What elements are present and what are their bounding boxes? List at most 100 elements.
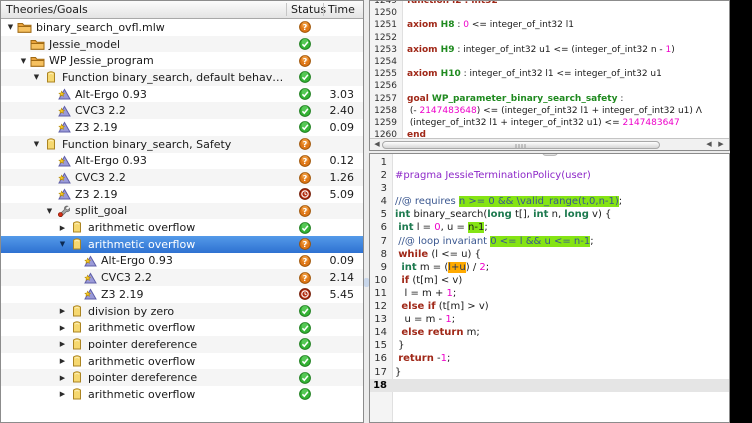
tree-item: ▶arithmetic overflow	[1, 221, 286, 234]
tree-row[interactable]: ▶arithmetic overflow	[1, 353, 363, 370]
tree-item-label: CVC3 2.2	[98, 271, 152, 284]
tree-row[interactable]: Alt-Ergo 0.93?0.09	[1, 253, 363, 270]
tree-row[interactable]: Z3 2.190.09	[1, 119, 363, 136]
line-number: 3	[370, 182, 391, 195]
tree-item-label: split_goal	[72, 204, 127, 217]
svg-text:?: ?	[302, 157, 307, 166]
scroll-right-arrow-icon[interactable]: ▶	[716, 140, 726, 149]
tree-item-label: Function binary_search, Safety	[59, 138, 231, 151]
goal-icon	[68, 388, 85, 401]
line-number: 1253	[370, 44, 401, 56]
column-header-theories-goals[interactable]: Theories/Goals	[1, 3, 286, 16]
task-line: 1251axiom H8 : 0 <= integer_of_int32 l1	[370, 19, 729, 31]
tree-item-label: arithmetic overflow	[85, 388, 195, 401]
source-view-panel[interactable]: 12#pragma JessieTerminationPolicy(user)3…	[369, 153, 730, 423]
goal-icon	[42, 71, 59, 84]
orange-highlight: l+u	[448, 262, 466, 273]
tree-row[interactable]: ▼WP Jessie_program?	[1, 52, 363, 69]
task-view-panel[interactable]: 1249function l2 : int3212501251axiom H8 …	[369, 0, 730, 151]
time-value: 1.26	[323, 171, 363, 184]
time-value: 3.03	[323, 88, 363, 101]
tree-item-label: pointer dereference	[85, 338, 197, 351]
status-valid-icon	[286, 71, 323, 83]
expand-arrow-icon[interactable]: ▶	[57, 373, 68, 383]
status-valid-icon	[286, 222, 323, 234]
line-text: }	[391, 339, 729, 352]
column-header-status[interactable]: Status	[286, 3, 323, 16]
green-highlight: 0 <= l && u <= n-1	[490, 236, 590, 247]
collapse-arrow-icon[interactable]: ▼	[31, 139, 42, 149]
tree-row[interactable]: CVC3 2.2?2.14	[1, 269, 363, 286]
line-text	[401, 56, 729, 68]
tree-row[interactable]: CVC3 2.22.40	[1, 102, 363, 119]
expand-arrow-icon[interactable]: ▶	[57, 323, 68, 333]
current-line: 18	[370, 379, 729, 392]
source-line: 10 if (t[m] < v)	[370, 274, 729, 287]
svg-text:?: ?	[302, 23, 307, 32]
tree-item-label: CVC3 2.2	[72, 104, 126, 117]
status-unknown-icon: ?	[286, 21, 323, 33]
task-horizontal-scrollbar[interactable]: ◀ ◀ ▶	[370, 138, 729, 150]
tree-row[interactable]: ▼Function binary_search, default behavio…	[1, 69, 363, 86]
collapse-arrow-icon[interactable]: ▼	[31, 72, 42, 82]
tree-row[interactable]: ▼arithmetic overflow?	[1, 236, 363, 253]
source-line: 5int binary_search(long t[], int n, long…	[370, 208, 729, 221]
source-code: 12#pragma JessieTerminationPolicy(user)3…	[370, 154, 729, 392]
tree-row[interactable]: Jessie_model	[1, 36, 363, 53]
collapse-arrow-icon[interactable]: ▼	[57, 239, 68, 249]
collapse-arrow-icon[interactable]: ▼	[5, 22, 16, 32]
scroll-left-arrow-icon[interactable]: ◀	[704, 140, 714, 149]
prover-icon	[55, 188, 72, 200]
task-view-scroll-area: 1249function l2 : int3212501251axiom H8 …	[370, 1, 729, 138]
tree-item-label: arithmetic overflow	[85, 321, 195, 334]
tree-row[interactable]: ▶ arithmetic overflow	[1, 319, 363, 336]
tree-row[interactable]: ▶arithmetic overflow	[1, 219, 363, 236]
scrollbar-thumb[interactable]	[382, 141, 660, 149]
tree-item: Jessie_model	[1, 38, 286, 51]
tree-item: Alt-Ergo 0.93	[1, 254, 286, 267]
tree-row[interactable]: ▼Function binary_search, Safety?	[1, 136, 363, 153]
expand-arrow-icon[interactable]: ▶	[57, 223, 68, 233]
scroll-left-arrow-icon[interactable]: ◀	[372, 140, 382, 149]
expand-arrow-icon[interactable]: ▶	[57, 389, 68, 399]
tree-row[interactable]: CVC3 2.2?1.26	[1, 169, 363, 186]
tree-item: ▼arithmetic overflow	[1, 238, 286, 251]
tree-item: Alt-Ergo 0.93	[1, 154, 286, 167]
status-valid-icon	[286, 372, 323, 384]
why3-ide-window: Theories/Goals Status Time ▼binary_searc…	[0, 0, 730, 423]
line-number: 1255	[370, 68, 401, 80]
collapse-arrow-icon[interactable]: ▼	[44, 206, 55, 216]
goal-icon	[68, 238, 85, 251]
tree-row[interactable]: ▶pointer dereference	[1, 369, 363, 386]
line-number: 9	[370, 261, 391, 274]
time-value: 5.45	[323, 288, 363, 301]
task-line: 1260end	[370, 129, 729, 138]
prover-icon	[55, 88, 72, 100]
tree-row[interactable]: Z3 2.195.09	[1, 186, 363, 203]
tree-item: ▼WP Jessie_program	[1, 54, 286, 67]
tree-row[interactable]: Alt-Ergo 0.933.03	[1, 86, 363, 103]
source-line: 16 return -1;	[370, 352, 729, 365]
expand-arrow-icon[interactable]: ▶	[57, 306, 68, 316]
status-valid-icon	[286, 355, 323, 367]
goal-icon	[68, 338, 85, 351]
line-text: while (l <= u) {	[391, 248, 729, 261]
tree-row[interactable]: ▶division by zero	[1, 303, 363, 320]
tree-row[interactable]: Alt-Ergo 0.93?0.12	[1, 153, 363, 170]
tree-row[interactable]: Z3 2.195.45	[1, 286, 363, 303]
green-highlight: n-1	[468, 222, 484, 233]
expand-arrow-icon[interactable]: ▶	[57, 339, 68, 349]
time-value: 5.09	[323, 188, 363, 201]
tree-row[interactable]: ▼binary_search_ovfl.mlw?	[1, 19, 363, 36]
task-line: 1257goal WP_parameter_binary_search_safe…	[370, 93, 729, 105]
expand-arrow-icon[interactable]: ▶	[57, 356, 68, 366]
collapse-arrow-icon[interactable]: ▼	[18, 56, 29, 66]
tree-row[interactable]: ▼split_goal?	[1, 203, 363, 220]
column-header-time[interactable]: Time	[323, 3, 363, 16]
prover-icon	[55, 172, 72, 184]
folder-icon	[16, 21, 33, 33]
line-text: else if (t[m] > v)	[391, 300, 729, 313]
svg-text:?: ?	[302, 257, 307, 266]
tree-row[interactable]: ▶ pointer dereference	[1, 336, 363, 353]
tree-row[interactable]: ▶ arithmetic overflow	[1, 386, 363, 403]
